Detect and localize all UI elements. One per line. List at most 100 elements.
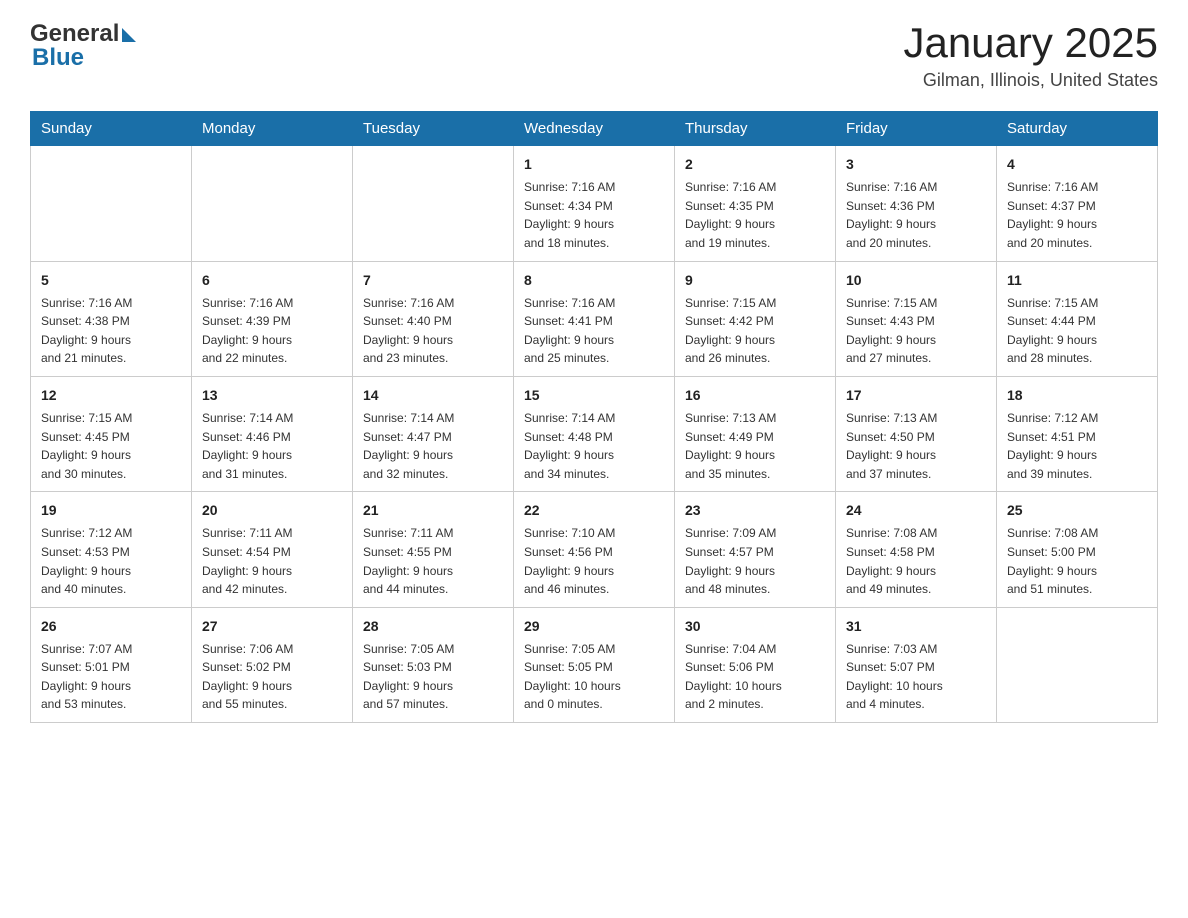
day-info: Sunrise: 7:16 AM Sunset: 4:41 PM Dayligh… [524, 294, 664, 368]
calendar-cell: 8 Sunrise: 7:16 AM Sunset: 4:41 PM Daylig… [514, 261, 675, 376]
day-info: Sunrise: 7:14 AM Sunset: 4:46 PM Dayligh… [202, 409, 342, 483]
day-info: Sunrise: 7:06 AM Sunset: 5:02 PM Dayligh… [202, 640, 342, 714]
day-number: 8 [524, 270, 664, 291]
calendar-cell: 20Sunrise: 7:11 AM Sunset: 4:54 PM Dayli… [192, 492, 353, 607]
day-info: Sunrise: 7:13 AM Sunset: 4:49 PM Dayligh… [685, 409, 825, 483]
day-number: 27 [202, 616, 342, 637]
day-number: 7 [363, 270, 503, 291]
col-header-saturday: Saturday [997, 112, 1158, 146]
calendar-cell: 5 Sunrise: 7:16 AM Sunset: 4:38 PM Daylig… [31, 261, 192, 376]
day-number: 6 [202, 270, 342, 291]
day-info: Sunrise: 7:16 AM Sunset: 4:38 PM Dayligh… [41, 294, 181, 368]
day-number: 17 [846, 385, 986, 406]
calendar-cell: 10 Sunrise: 7:15 AM Sunset: 4:43 PM Dayli… [836, 261, 997, 376]
day-info: Sunrise: 7:05 AM Sunset: 5:03 PM Dayligh… [363, 640, 503, 714]
calendar-cell: 1 Sunrise: 7:16 AM Sunset: 4:34 PM Daylig… [514, 146, 675, 261]
day-info: Sunrise: 7:13 AM Sunset: 4:50 PM Dayligh… [846, 409, 986, 483]
day-info: Sunrise: 7:03 AM Sunset: 5:07 PM Dayligh… [846, 640, 986, 714]
day-number: 25 [1007, 500, 1147, 521]
day-info: Sunrise: 7:16 AM Sunset: 4:39 PM Dayligh… [202, 294, 342, 368]
day-number: 29 [524, 616, 664, 637]
day-number: 15 [524, 385, 664, 406]
calendar-cell: 24Sunrise: 7:08 AM Sunset: 4:58 PM Dayli… [836, 492, 997, 607]
calendar-cell: 15 Sunrise: 7:14 AM Sunset: 4:48 PM Dayli… [514, 376, 675, 491]
col-header-sunday: Sunday [31, 112, 192, 146]
calendar-cell: 30Sunrise: 7:04 AM Sunset: 5:06 PM Dayli… [675, 607, 836, 722]
day-number: 2 [685, 154, 825, 175]
calendar-week-row: 5 Sunrise: 7:16 AM Sunset: 4:38 PM Daylig… [31, 261, 1158, 376]
calendar-week-row: 12 Sunrise: 7:15 AM Sunset: 4:45 PM Dayli… [31, 376, 1158, 491]
day-info: Sunrise: 7:12 AM Sunset: 4:53 PM Dayligh… [41, 524, 181, 598]
col-header-tuesday: Tuesday [353, 112, 514, 146]
day-info: Sunrise: 7:15 AM Sunset: 4:45 PM Dayligh… [41, 409, 181, 483]
page-subtitle: Gilman, Illinois, United States [903, 70, 1158, 91]
calendar-cell [31, 146, 192, 261]
day-number: 3 [846, 154, 986, 175]
day-info: Sunrise: 7:16 AM Sunset: 4:34 PM Dayligh… [524, 178, 664, 252]
day-info: Sunrise: 7:12 AM Sunset: 4:51 PM Dayligh… [1007, 409, 1147, 483]
day-info: Sunrise: 7:08 AM Sunset: 4:58 PM Dayligh… [846, 524, 986, 598]
day-number: 12 [41, 385, 181, 406]
calendar-cell: 26 Sunrise: 7:07 AM Sunset: 5:01 PM Dayli… [31, 607, 192, 722]
calendar-cell: 25 Sunrise: 7:08 AM Sunset: 5:00 PM Dayli… [997, 492, 1158, 607]
calendar-cell: 28 Sunrise: 7:05 AM Sunset: 5:03 PM Dayli… [353, 607, 514, 722]
logo-blue-text: Blue [30, 44, 84, 72]
logo: General Blue [30, 20, 136, 72]
col-header-monday: Monday [192, 112, 353, 146]
day-number: 10 [846, 270, 986, 291]
day-number: 16 [685, 385, 825, 406]
day-number: 4 [1007, 154, 1147, 175]
calendar-table: SundayMondayTuesdayWednesdayThursdayFrid… [30, 111, 1158, 723]
calendar-week-row: 1 Sunrise: 7:16 AM Sunset: 4:34 PM Daylig… [31, 146, 1158, 261]
calendar-cell: 11Sunrise: 7:15 AM Sunset: 4:44 PM Dayli… [997, 261, 1158, 376]
calendar-cell: 13 Sunrise: 7:14 AM Sunset: 4:46 PM Dayli… [192, 376, 353, 491]
logo-triangle-icon [122, 28, 136, 42]
day-number: 13 [202, 385, 342, 406]
day-info: Sunrise: 7:16 AM Sunset: 4:35 PM Dayligh… [685, 178, 825, 252]
day-number: 28 [363, 616, 503, 637]
calendar-cell [353, 146, 514, 261]
day-number: 23 [685, 500, 825, 521]
day-number: 5 [41, 270, 181, 291]
calendar-header-row: SundayMondayTuesdayWednesdayThursdayFrid… [31, 112, 1158, 146]
day-number: 1 [524, 154, 664, 175]
day-info: Sunrise: 7:10 AM Sunset: 4:56 PM Dayligh… [524, 524, 664, 598]
calendar-cell: 9 Sunrise: 7:15 AM Sunset: 4:42 PM Daylig… [675, 261, 836, 376]
calendar-cell: 17 Sunrise: 7:13 AM Sunset: 4:50 PM Dayli… [836, 376, 997, 491]
calendar-cell: 29 Sunrise: 7:05 AM Sunset: 5:05 PM Dayli… [514, 607, 675, 722]
day-info: Sunrise: 7:11 AM Sunset: 4:55 PM Dayligh… [363, 524, 503, 598]
day-number: 20 [202, 500, 342, 521]
day-number: 31 [846, 616, 986, 637]
day-info: Sunrise: 7:14 AM Sunset: 4:48 PM Dayligh… [524, 409, 664, 483]
day-info: Sunrise: 7:15 AM Sunset: 4:42 PM Dayligh… [685, 294, 825, 368]
calendar-cell: 21Sunrise: 7:11 AM Sunset: 4:55 PM Dayli… [353, 492, 514, 607]
day-number: 9 [685, 270, 825, 291]
day-number: 30 [685, 616, 825, 637]
calendar-cell: 19Sunrise: 7:12 AM Sunset: 4:53 PM Dayli… [31, 492, 192, 607]
day-number: 26 [41, 616, 181, 637]
calendar-cell: 2 Sunrise: 7:16 AM Sunset: 4:35 PM Daylig… [675, 146, 836, 261]
day-info: Sunrise: 7:16 AM Sunset: 4:36 PM Dayligh… [846, 178, 986, 252]
calendar-cell [192, 146, 353, 261]
day-info: Sunrise: 7:16 AM Sunset: 4:37 PM Dayligh… [1007, 178, 1147, 252]
calendar-cell: 14Sunrise: 7:14 AM Sunset: 4:47 PM Dayli… [353, 376, 514, 491]
calendar-cell: 18Sunrise: 7:12 AM Sunset: 4:51 PM Dayli… [997, 376, 1158, 491]
day-info: Sunrise: 7:07 AM Sunset: 5:01 PM Dayligh… [41, 640, 181, 714]
day-info: Sunrise: 7:05 AM Sunset: 5:05 PM Dayligh… [524, 640, 664, 714]
calendar-cell: 6 Sunrise: 7:16 AM Sunset: 4:39 PM Daylig… [192, 261, 353, 376]
calendar-cell: 7Sunrise: 7:16 AM Sunset: 4:40 PM Daylig… [353, 261, 514, 376]
calendar-cell: 16 Sunrise: 7:13 AM Sunset: 4:49 PM Dayli… [675, 376, 836, 491]
day-info: Sunrise: 7:15 AM Sunset: 4:43 PM Dayligh… [846, 294, 986, 368]
page-header: General Blue January 2025 Gilman, Illino… [30, 20, 1158, 91]
day-info: Sunrise: 7:09 AM Sunset: 4:57 PM Dayligh… [685, 524, 825, 598]
calendar-cell: 12 Sunrise: 7:15 AM Sunset: 4:45 PM Dayli… [31, 376, 192, 491]
calendar-cell: 3 Sunrise: 7:16 AM Sunset: 4:36 PM Daylig… [836, 146, 997, 261]
day-info: Sunrise: 7:08 AM Sunset: 5:00 PM Dayligh… [1007, 524, 1147, 598]
col-header-wednesday: Wednesday [514, 112, 675, 146]
col-header-thursday: Thursday [675, 112, 836, 146]
calendar-week-row: 19Sunrise: 7:12 AM Sunset: 4:53 PM Dayli… [31, 492, 1158, 607]
page-title: January 2025 [903, 20, 1158, 66]
col-header-friday: Friday [836, 112, 997, 146]
calendar-cell: 31 Sunrise: 7:03 AM Sunset: 5:07 PM Dayli… [836, 607, 997, 722]
calendar-cell: 23 Sunrise: 7:09 AM Sunset: 4:57 PM Dayli… [675, 492, 836, 607]
